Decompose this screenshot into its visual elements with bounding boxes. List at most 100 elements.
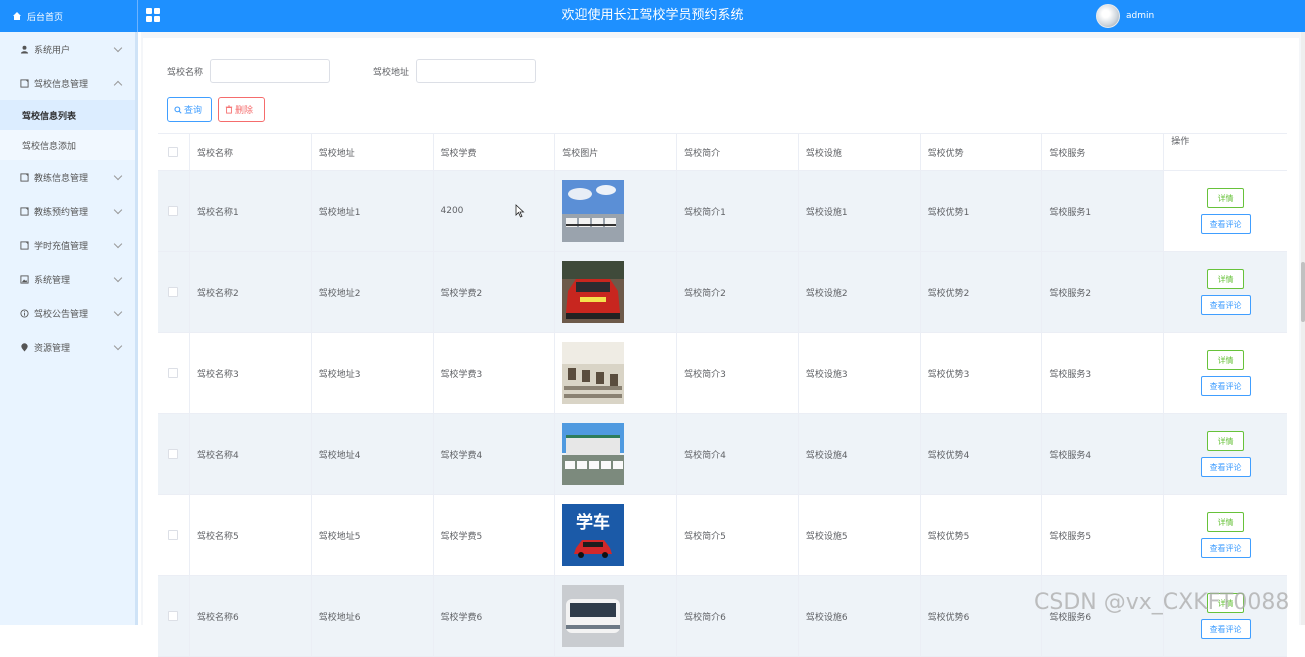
school-name-cell: 驾校名称2 (190, 252, 312, 332)
red-car-thumbnail[interactable] (562, 261, 625, 323)
home-link-label: 后台首页 (27, 12, 64, 23)
top-bar: 后台首页 欢迎使用长江驾校学员预约系统 admin (0, 0, 1305, 32)
detail-button[interactable]: 详情 (1207, 350, 1245, 370)
sidebar-item-label: 资源管理 (34, 343, 71, 354)
school-address-cell: 驾校地址3 (312, 333, 434, 413)
sidebar-item-label: 驾校信息管理 (34, 79, 89, 90)
content-panel: 驾校名称 驾校地址 查询 删除 驾校名称 驾校地址 驾校学费 驾校图片 驾校简介… (143, 38, 1299, 657)
school-service-cell: 驾校服务3 (1042, 333, 1165, 413)
user-name: admin (1126, 11, 1155, 21)
select-all-cell (158, 134, 190, 170)
chevron-up-icon (113, 80, 123, 90)
view-reviews-button[interactable]: 查看评论 (1200, 619, 1251, 639)
detail-button[interactable]: 详情 (1207, 188, 1245, 208)
sidebar-item-system-users[interactable]: 系统用户 (0, 32, 135, 66)
school-intro-cell: 驾校简介2 (677, 252, 799, 332)
sidebar-item-label: 系统管理 (34, 275, 71, 286)
school-facility-cell: 驾校设施2 (799, 252, 921, 332)
home-link[interactable]: 后台首页 (0, 0, 138, 32)
row-checkbox[interactable] (168, 287, 179, 297)
bus-thumbnail[interactable] (562, 585, 625, 647)
bus-fleet-thumbnail[interactable] (562, 180, 625, 242)
school-name-cell: 驾校名称1 (190, 171, 312, 251)
sidebar-subitem-school-list[interactable]: 驾校信息列表 (0, 100, 135, 130)
sidebar: 系统用户 驾校信息管理 驾校信息列表 驾校信息添加 教练信息管理 教练预约管理 … (0, 32, 138, 625)
school-image-cell (555, 576, 678, 656)
row-checkbox[interactable] (168, 449, 179, 459)
image-icon (20, 274, 29, 284)
detail-button[interactable]: 详情 (1207, 431, 1245, 451)
column-header: 驾校名称 (190, 134, 312, 170)
detail-button[interactable]: 详情 (1207, 269, 1245, 289)
sign-text: 学车 (576, 512, 610, 533)
sidebar-item-resources[interactable]: 资源管理 (0, 330, 135, 364)
select-all-checkbox[interactable] (168, 147, 179, 157)
school-image-cell (555, 171, 678, 251)
school-fee-cell: 驾校学费5 (434, 495, 556, 575)
sidebar-item-label: 教练预约管理 (34, 207, 89, 218)
building-cars-thumbnail[interactable] (562, 423, 625, 485)
search-icon (174, 105, 182, 114)
chevron-down-icon (113, 341, 123, 351)
document-icon (20, 240, 29, 250)
school-fee-cell: 驾校学费3 (434, 333, 556, 413)
sidebar-item-label: 驾校公告管理 (34, 309, 89, 320)
row-checkbox[interactable] (168, 206, 179, 216)
sidebar-item-coach-info[interactable]: 教练信息管理 (0, 160, 135, 194)
operation-cell: 详情 查看评论 (1164, 171, 1287, 251)
school-facility-cell: 驾校设施1 (799, 171, 921, 251)
view-reviews-button[interactable]: 查看评论 (1200, 214, 1251, 234)
school-address-input[interactable] (416, 59, 536, 83)
table-row: 驾校名称1 驾校地址1 4200 驾校简介1 驾校设施1 驾校优势1 驾校服务1 (158, 171, 1287, 252)
school-fee-cell: 驾校学费6 (434, 576, 556, 656)
chevron-down-icon (113, 205, 123, 215)
learn-driving-sign-thumbnail[interactable]: 学车 (562, 504, 625, 566)
school-name-cell: 驾校名称5 (190, 495, 312, 575)
delete-button-label: 删除 (235, 106, 254, 116)
sidebar-item-school-notice[interactable]: 驾校公告管理 (0, 296, 135, 330)
column-header: 驾校图片 (555, 134, 678, 170)
classroom-thumbnail[interactable] (562, 342, 625, 404)
scrollbar-thumb[interactable] (1301, 262, 1305, 322)
chevron-down-icon (113, 43, 123, 53)
school-intro-cell: 驾校简介4 (677, 414, 799, 494)
row-checkbox[interactable] (168, 368, 179, 378)
sidebar-subitem-school-add[interactable]: 驾校信息添加 (0, 130, 135, 160)
view-reviews-button[interactable]: 查看评论 (1200, 295, 1251, 315)
school-image-cell (555, 252, 678, 332)
table-row: 驾校名称3 驾校地址3 驾校学费3 驾校简介3 驾校设施3 驾校优势3 驾校服务… (158, 333, 1287, 414)
user-menu[interactable]: admin (1096, 4, 1154, 28)
sidebar-item-label: 系统用户 (34, 45, 71, 56)
sidebar-item-system-management[interactable]: 系统管理 (0, 262, 135, 296)
school-name-cell: 驾校名称3 (190, 333, 312, 413)
detail-button[interactable]: 详情 (1207, 593, 1245, 613)
sidebar-item-school-info[interactable]: 驾校信息管理 (0, 66, 135, 100)
query-button[interactable]: 查询 (167, 97, 212, 122)
school-address-label: 驾校地址 (373, 68, 410, 78)
row-checkbox[interactable] (168, 611, 179, 621)
column-header: 驾校学费 (434, 134, 556, 170)
school-intro-cell: 驾校简介1 (677, 171, 799, 251)
sidebar-item-hour-recharge[interactable]: 学时充值管理 (0, 228, 135, 262)
view-reviews-button[interactable]: 查看评论 (1200, 538, 1251, 558)
document-icon (20, 172, 29, 182)
row-select-cell (158, 333, 190, 413)
chevron-down-icon (113, 171, 123, 181)
detail-button[interactable]: 详情 (1207, 512, 1245, 532)
page-scrollbar[interactable] (1301, 32, 1305, 625)
avatar (1096, 4, 1120, 28)
view-reviews-button[interactable]: 查看评论 (1200, 457, 1251, 477)
column-header: 驾校设施 (799, 134, 921, 170)
view-reviews-button[interactable]: 查看评论 (1200, 376, 1251, 396)
school-address-cell: 驾校地址6 (312, 576, 434, 656)
row-checkbox[interactable] (168, 530, 179, 540)
delete-button[interactable]: 删除 (218, 97, 265, 122)
menu-toggle-grid-icon[interactable] (146, 8, 160, 22)
row-select-cell (158, 252, 190, 332)
column-header: 驾校服务 (1042, 134, 1165, 170)
sidebar-item-coach-booking[interactable]: 教练预约管理 (0, 194, 135, 228)
row-select-cell (158, 414, 190, 494)
row-select-cell (158, 576, 190, 656)
school-facility-cell: 驾校设施5 (799, 495, 921, 575)
school-name-input[interactable] (210, 59, 330, 83)
